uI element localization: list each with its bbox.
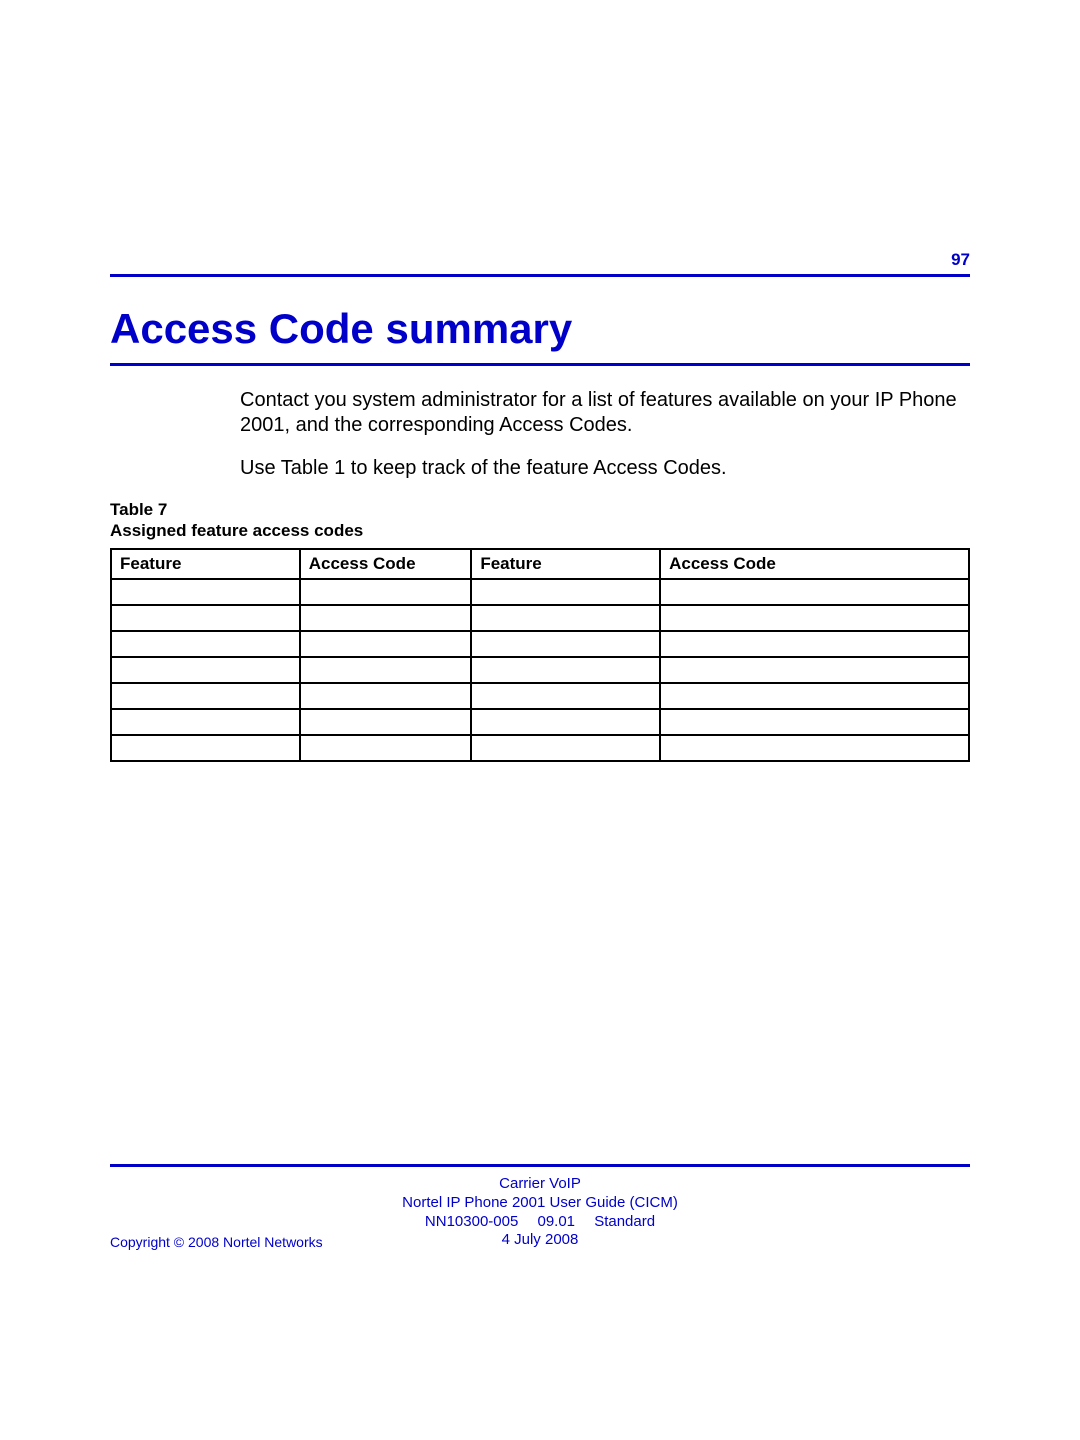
body-paragraph-1: Contact you system administrator for a l…	[240, 388, 970, 438]
table-row	[111, 631, 969, 657]
footer-line-3: NN10300-005 09.01 Standard	[110, 1213, 970, 1232]
col-header-feature-1: Feature	[111, 549, 300, 579]
table-caption: Table 7 Assigned feature access codes	[110, 499, 970, 542]
table-label: Table 7	[110, 500, 167, 519]
footer-line-1: Carrier VoIP	[110, 1175, 970, 1194]
table-title: Assigned feature access codes	[110, 521, 363, 540]
footer-line-2: Nortel IP Phone 2001 User Guide (CICM)	[110, 1194, 970, 1213]
table-row	[111, 579, 969, 605]
table-row	[111, 683, 969, 709]
page-heading: Access Code summary	[110, 305, 970, 363]
body-paragraph-2: Use Table 1 to keep track of the feature…	[240, 456, 970, 481]
col-header-feature-2: Feature	[471, 549, 660, 579]
col-header-accesscode-1: Access Code	[300, 549, 472, 579]
top-rule	[110, 274, 970, 277]
table-row	[111, 735, 969, 761]
table-row	[111, 709, 969, 735]
page-footer: Carrier VoIP Nortel IP Phone 2001 User G…	[110, 1164, 970, 1250]
access-codes-table: Feature Access Code Feature Access Code	[110, 548, 970, 762]
footer-rule	[110, 1164, 970, 1167]
col-header-accesscode-2: Access Code	[660, 549, 969, 579]
heading-rule	[110, 363, 970, 366]
table-row	[111, 605, 969, 631]
table-header-row: Feature Access Code Feature Access Code	[111, 549, 969, 579]
table-row	[111, 657, 969, 683]
page-number: 97	[110, 250, 970, 274]
